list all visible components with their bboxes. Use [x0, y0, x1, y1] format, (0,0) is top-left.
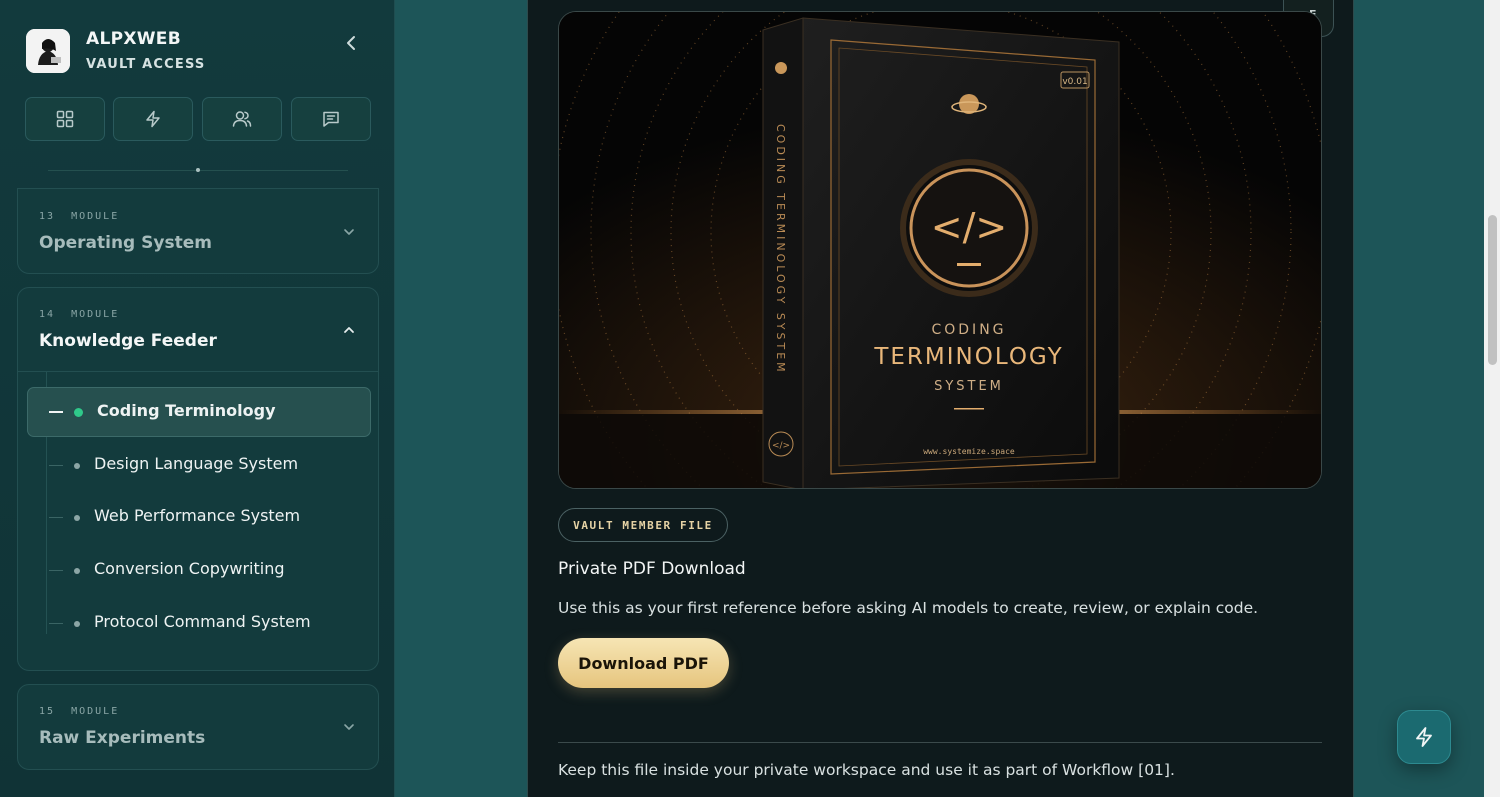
grid-icon — [56, 110, 74, 128]
lesson-label: Design Language System — [94, 454, 299, 473]
chevron-up-icon[interactable] — [342, 323, 356, 337]
lesson-item-design-language-system[interactable]: Design Language System — [27, 440, 371, 490]
module-13[interactable]: 13 MODULE Operating System — [17, 188, 379, 274]
quick-action-fab[interactable] — [1397, 710, 1451, 764]
lightning-icon — [1416, 727, 1432, 747]
lesson-label: Coding Terminology — [97, 401, 276, 420]
quick-actions-button[interactable] — [113, 97, 193, 141]
download-pdf-button[interactable]: Download PDF — [558, 638, 729, 688]
lesson-label: Web Performance System — [94, 506, 301, 525]
lesson-item-conversion-copywriting[interactable]: Conversion Copywriting — [27, 545, 371, 595]
status-dot — [74, 463, 80, 469]
scrollbar-thumb[interactable] — [1488, 215, 1497, 365]
cover-line1: CODING — [931, 322, 1006, 338]
status-dot — [74, 515, 80, 521]
cover-line3: SYSTEM — [934, 379, 1004, 394]
status-dot — [74, 621, 80, 627]
module-number: 14 MODULE — [39, 309, 120, 320]
module-number: 15 MODULE — [39, 706, 120, 717]
section-divider — [558, 742, 1322, 743]
vault-member-badge: VAULT MEMBER FILE — [558, 508, 728, 542]
brand-header: ALPXWEB VAULT ACCESS — [26, 29, 366, 75]
active-marker — [49, 411, 63, 413]
lesson-label: Conversion Copywriting — [94, 559, 285, 578]
community-button[interactable] — [202, 97, 282, 141]
lesson-item-protocol-command-system[interactable]: Protocol Command System — [27, 598, 371, 648]
cover-url: www.systemize.space — [923, 447, 1015, 456]
users-icon — [232, 111, 252, 127]
lesson-item-web-performance-system[interactable]: Web Performance System — [27, 492, 371, 542]
cover-code-glyph: </> — [931, 205, 1007, 249]
file-title: Private PDF Download — [558, 559, 746, 579]
brand-name: ALPXWEB — [86, 29, 181, 49]
pdf-cover-image: v0.01 </> CODING TERMINOLOGY SYSTEM www.… — [558, 11, 1322, 489]
cover-line2: TERMINOLOGY — [873, 344, 1063, 370]
module-15[interactable]: 15 MODULE Raw Experiments — [17, 684, 379, 770]
module-title: Raw Experiments — [39, 728, 206, 748]
messages-button[interactable] — [291, 97, 371, 141]
cover-spine-glyph: </> — [772, 441, 790, 451]
status-dot — [74, 568, 80, 574]
module-title: Operating System — [39, 233, 212, 253]
tree-connector — [49, 465, 63, 466]
chevron-down-icon[interactable] — [342, 720, 356, 734]
collapse-sidebar-button[interactable] — [342, 33, 360, 53]
message-icon — [323, 111, 339, 127]
module-title[interactable]: Knowledge Feeder — [39, 331, 217, 351]
module-divider — [18, 371, 378, 372]
scroll-indicator-dot — [196, 168, 200, 172]
avatar — [26, 29, 70, 73]
module-14: 14 MODULE Knowledge Feeder Coding Termin… — [17, 287, 379, 671]
status-dot — [74, 408, 83, 417]
sidebar: ALPXWEB VAULT ACCESS 13 MODULE Operating… — [0, 0, 395, 797]
brand-subtitle: VAULT ACCESS — [86, 57, 206, 72]
module-number: 13 MODULE — [39, 211, 120, 222]
tree-connector — [49, 570, 63, 571]
chevron-down-icon[interactable] — [342, 225, 356, 239]
tree-connector — [49, 517, 63, 518]
file-footnote: Keep this file inside your private works… — [558, 761, 1175, 779]
cover-version: v0.01 — [1062, 77, 1087, 87]
lightning-icon — [146, 110, 160, 128]
lesson-item-coding-terminology[interactable]: Coding Terminology — [27, 387, 371, 437]
file-description: Use this as your first reference before … — [558, 599, 1259, 617]
chevron-left-icon — [347, 36, 355, 50]
cover-spine: CODING TERMINOLOGY SYSTEM — [774, 124, 787, 375]
tree-connector — [49, 623, 63, 624]
dashboard-button[interactable] — [25, 97, 105, 141]
scrollbar-track[interactable] — [1484, 0, 1500, 797]
quick-actions — [25, 97, 371, 141]
lesson-label: Protocol Command System — [94, 612, 311, 631]
